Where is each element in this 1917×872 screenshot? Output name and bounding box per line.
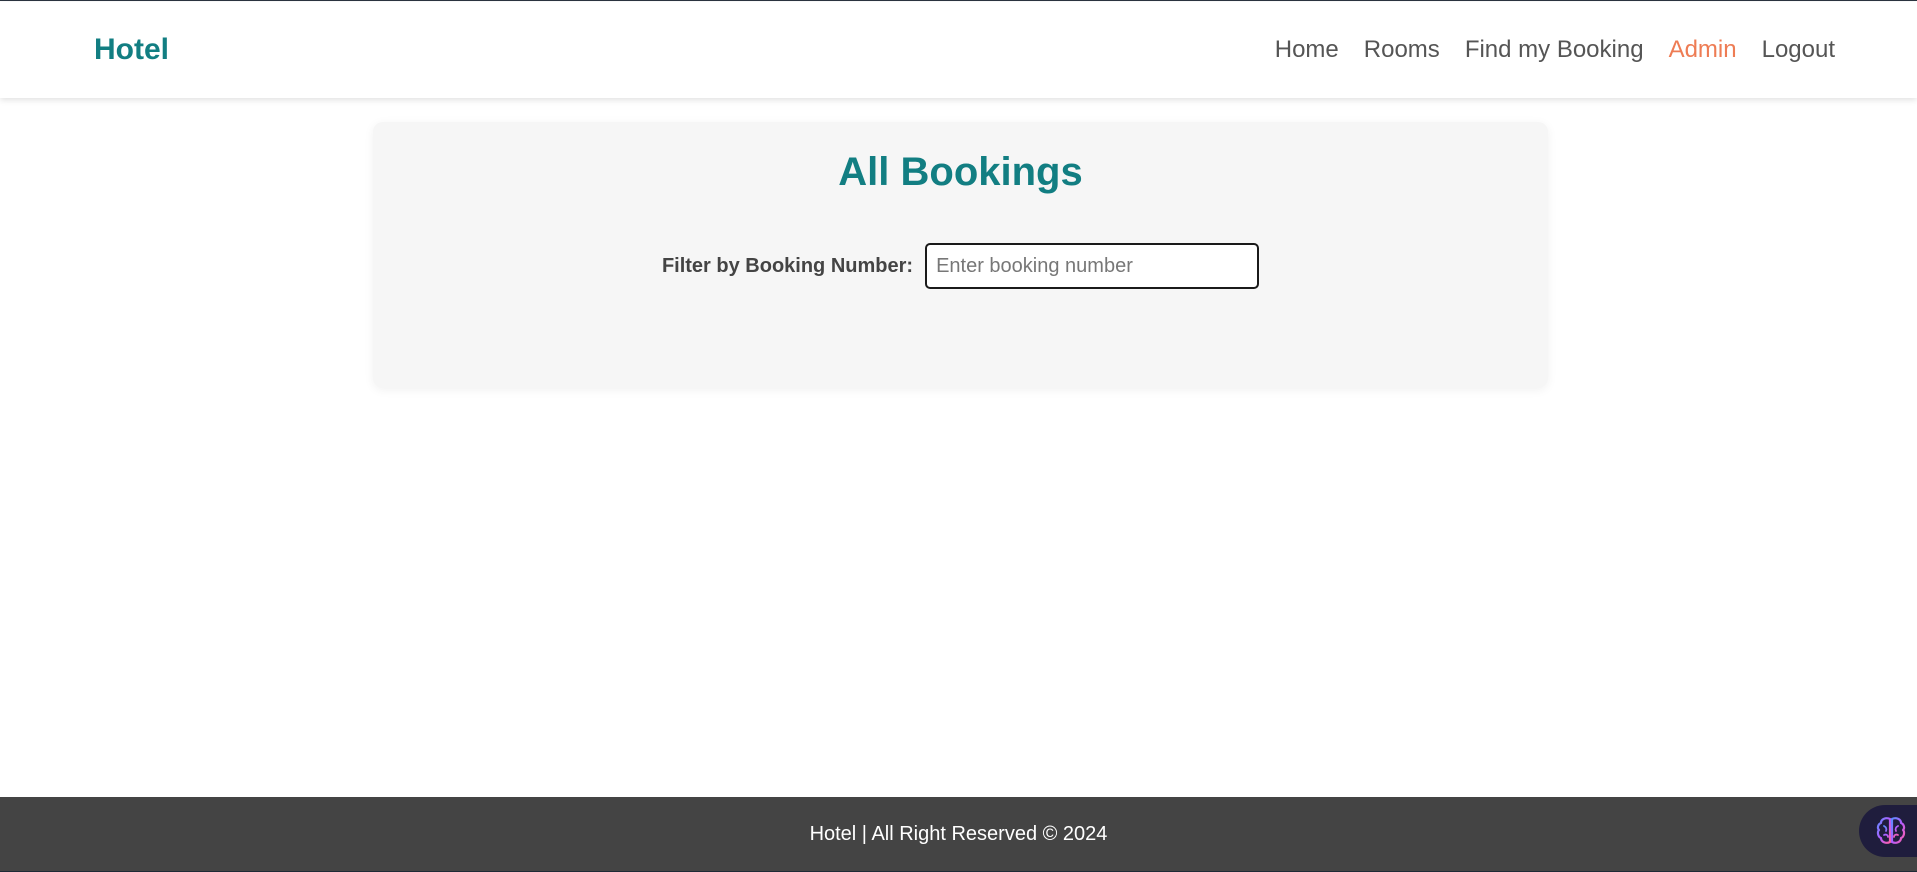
nav-logout-link[interactable]: Logout xyxy=(1762,36,1835,64)
top-navbar: Hotel Home Rooms Find my Booking Admin L… xyxy=(0,2,1917,98)
filter-label: Filter by Booking Number: xyxy=(661,254,914,277)
page-title: All Bookings xyxy=(838,150,1083,194)
filter-row: Filter by Booking Number: xyxy=(373,243,1548,289)
main-nav: Home Rooms Find my Booking Admin Logout xyxy=(1275,36,1835,64)
footer: Hotel | All Right Reserved © 2024 xyxy=(0,797,1917,872)
brand-logo-link[interactable]: Hotel xyxy=(94,33,169,67)
brain-icon xyxy=(1876,817,1906,844)
nav-home-link[interactable]: Home xyxy=(1275,36,1339,64)
page: Hotel Home Rooms Find my Booking Admin L… xyxy=(0,0,1917,872)
bookings-card: All Bookings Filter by Booking Number: xyxy=(373,122,1548,388)
nav-admin-link[interactable]: Admin xyxy=(1669,36,1737,64)
nav-rooms-link[interactable]: Rooms xyxy=(1364,36,1440,64)
booking-number-filter-input[interactable] xyxy=(925,243,1260,289)
assistant-button[interactable] xyxy=(1859,805,1917,857)
nav-find-booking-link[interactable]: Find my Booking xyxy=(1465,36,1644,64)
footer-copyright: Hotel | All Right Reserved © 2024 xyxy=(809,822,1108,845)
